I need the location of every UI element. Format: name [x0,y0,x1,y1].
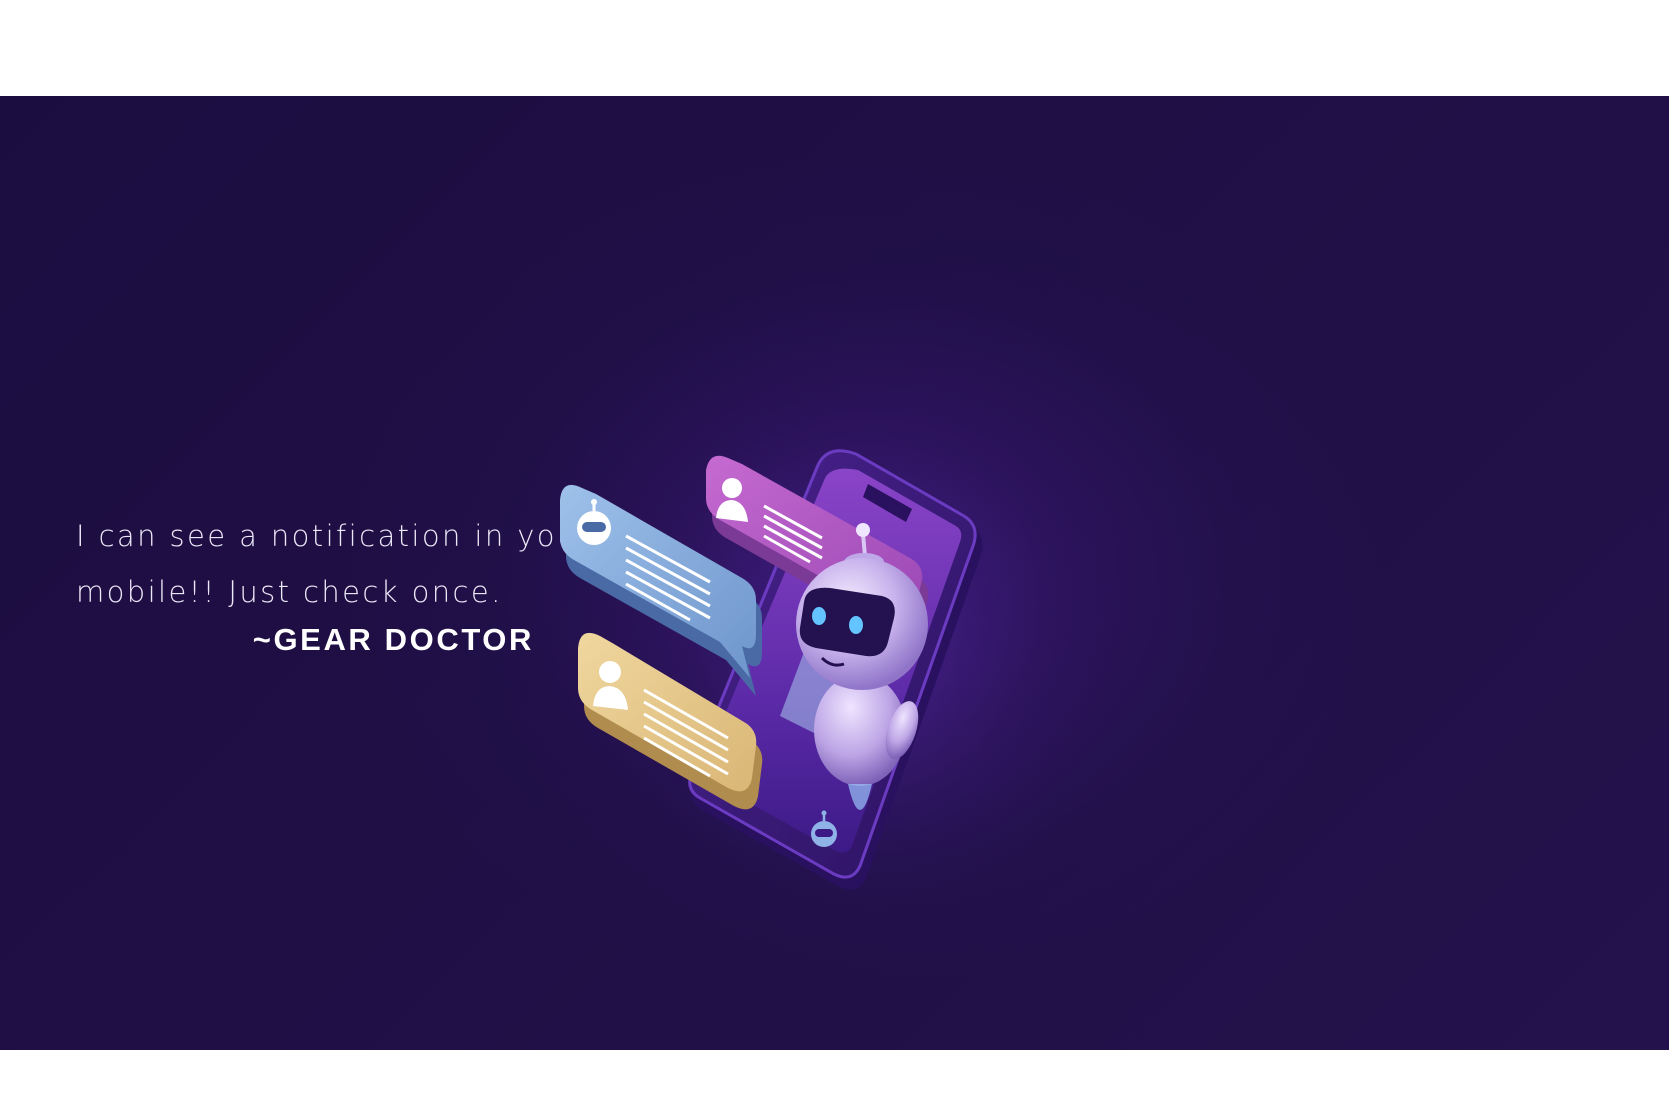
quote-text: I can see a notification in your mobile!… [76,508,593,620]
quote-line-2: mobile!! Just check once. [76,575,503,609]
quote-attribution: ~GEAR DOCTOR [252,622,534,657]
quote-line-1: I can see a notification in your [76,519,593,553]
chatbot-phone-illustration [560,366,1120,966]
hero-banner: I can see a notification in your mobile!… [0,96,1669,1050]
page: I can see a notification in your mobile!… [0,0,1669,1112]
illustration-svg [560,406,1120,926]
robot-eye-left [812,607,826,625]
robot-eye-right [849,616,863,634]
